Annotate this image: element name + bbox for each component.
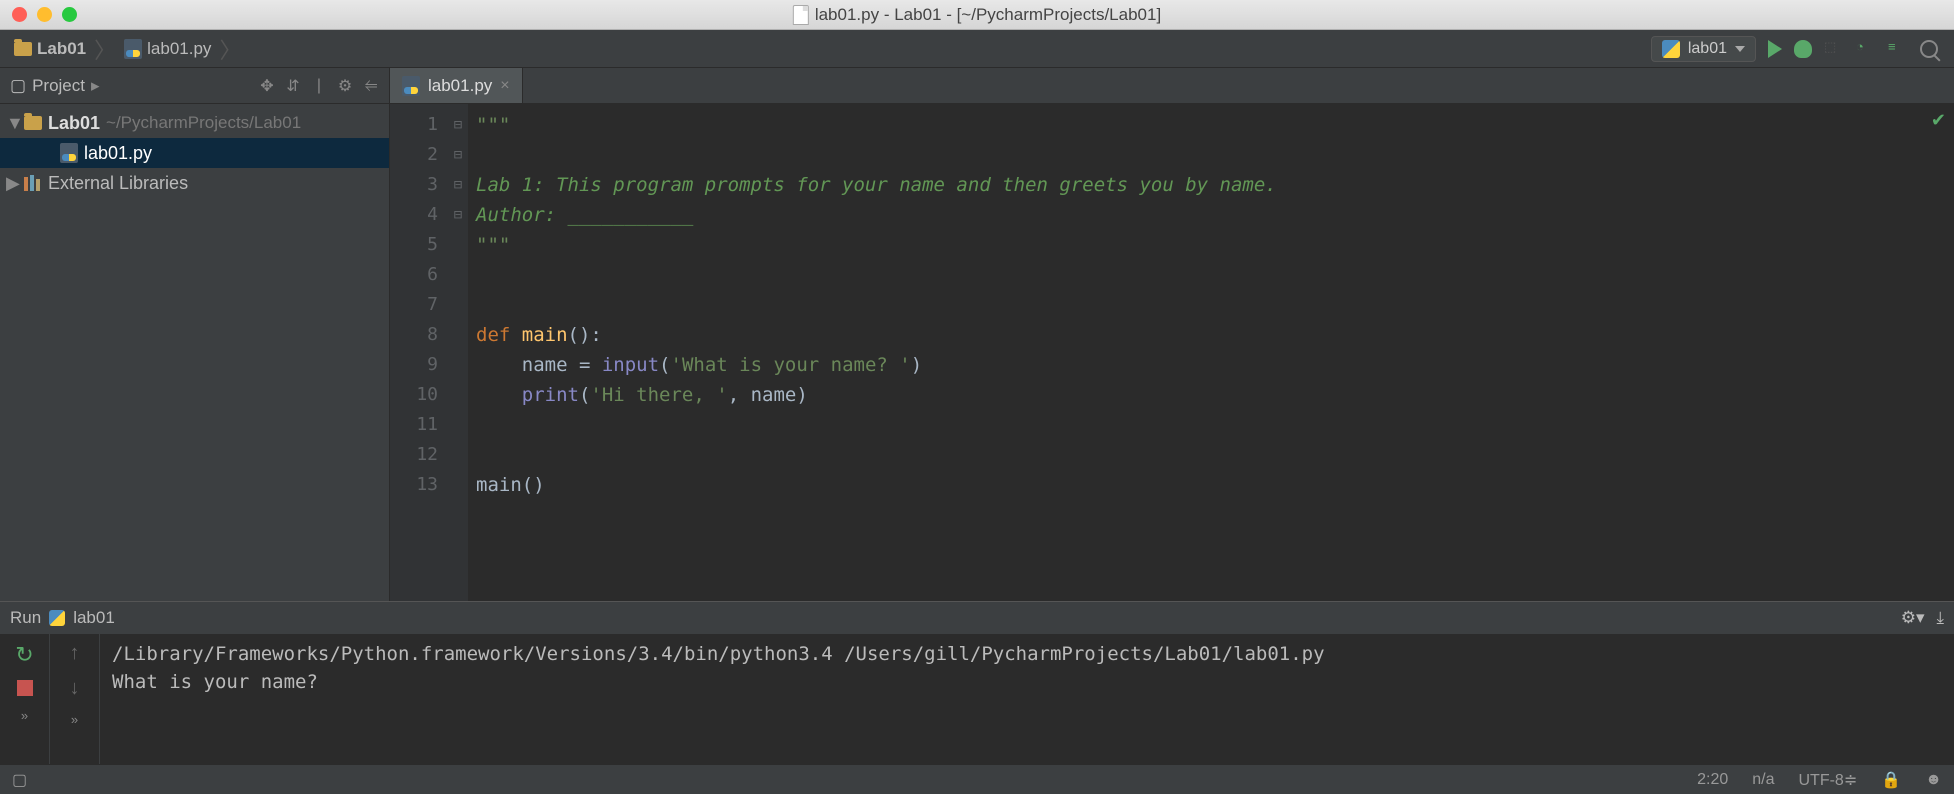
search-icon[interactable] [1920, 40, 1938, 58]
chevron-right-icon: 〉 [94, 33, 116, 65]
gear-icon[interactable]: ⚙ [337, 78, 353, 94]
tree-file-name: lab01.py [84, 143, 152, 164]
down-stack-button[interactable]: ↓ [70, 677, 80, 700]
project-tree: ▼ Lab01 ~/PycharmProjects/Lab01 lab01.py… [0, 104, 389, 202]
breadcrumb-project[interactable]: Lab01 [8, 37, 92, 61]
python-file-icon [60, 143, 78, 163]
statusbar-icon[interactable]: ▢ [12, 770, 27, 790]
lock-icon[interactable]: 🔒 [1881, 770, 1901, 790]
python-icon [1662, 40, 1680, 58]
run-tool-window: Run lab01 ⚙▾ ⤓ ↻ » ↑ ↓ » /Library/Framew… [0, 601, 1954, 764]
chevron-right-icon: 〉 [219, 33, 241, 65]
structure-button[interactable]: ≡ [1888, 39, 1908, 59]
run-button[interactable] [1768, 40, 1782, 58]
gear-icon[interactable]: ⚙▾ [1901, 608, 1925, 628]
coverage-button[interactable]: ⬚ [1824, 39, 1844, 59]
folder-icon [24, 116, 42, 130]
project-panel-title: Project [32, 76, 85, 96]
tree-root-name: Lab01 [48, 113, 100, 134]
run-title: Run [10, 608, 41, 628]
project-tool-window: ▢ Project ▸ ✥ ⇵ | ⚙ ⥢ ▼ Lab01 ~/PycharmP… [0, 68, 390, 601]
python-file-icon [124, 39, 142, 59]
editor: lab01.py × 12345678910111213 ⊟⊟⊟⊟ """ La… [390, 68, 1954, 601]
tree-file[interactable]: lab01.py [0, 138, 389, 168]
close-icon[interactable]: × [500, 77, 509, 95]
library-icon [24, 175, 42, 191]
play-small-icon[interactable]: ▸ [91, 76, 100, 96]
rerun-button[interactable]: ↻ [15, 642, 33, 668]
line-number-gutter: 12345678910111213 [390, 104, 448, 601]
debug-button[interactable] [1794, 40, 1812, 58]
file-icon [793, 5, 809, 25]
python-file-icon [402, 76, 420, 96]
download-icon[interactable]: ⤓ [1936, 608, 1944, 628]
maximize-window-button[interactable] [62, 7, 77, 22]
breadcrumb-project-label: Lab01 [37, 39, 86, 59]
run-controls-left: ↻ » [0, 634, 50, 764]
inspection-ok-icon[interactable]: ✔ [1931, 110, 1946, 131]
stop-button[interactable] [17, 680, 33, 696]
expand-arrow-icon[interactable]: ▼ [6, 113, 18, 134]
console-line: /Library/Frameworks/Python.framework/Ver… [112, 643, 1325, 665]
window-title: lab01.py - Lab01 - [~/PycharmProjects/La… [793, 5, 1161, 25]
toolbar-right: lab01 ⬚ ◔ ≡ [1651, 36, 1946, 62]
run-controls-nav: ↑ ↓ » [50, 634, 100, 764]
status-bar: ▢ 2:20 n/a UTF-8≑ 🔒 ☻ [0, 764, 1954, 794]
chevron-down-icon [1735, 46, 1745, 52]
tree-root-path: ~/PycharmProjects/Lab01 [106, 113, 301, 133]
collapse-all-icon[interactable]: ⇵ [285, 78, 301, 94]
breadcrumb-file-label: lab01.py [147, 39, 211, 59]
project-view-icon: ▢ [10, 76, 26, 96]
line-separator[interactable]: n/a [1752, 771, 1774, 789]
code-content[interactable]: """ Lab 1: This program prompts for your… [468, 104, 1954, 601]
editor-tabs: lab01.py × [390, 68, 1954, 104]
editor-tab-label: lab01.py [428, 76, 492, 96]
up-stack-button[interactable]: ↑ [70, 642, 80, 665]
folder-icon [14, 42, 32, 56]
console-line: What is your name? [112, 671, 329, 693]
run-config-label: lab01 [1688, 40, 1727, 58]
tree-external-label: External Libraries [48, 173, 188, 194]
more-button[interactable]: » [71, 712, 78, 727]
console-output[interactable]: /Library/Frameworks/Python.framework/Ver… [100, 634, 1954, 764]
minimize-window-button[interactable] [37, 7, 52, 22]
tree-external-libs[interactable]: ▶ External Libraries [0, 168, 389, 198]
update-project-button[interactable]: ◔ [1856, 39, 1876, 59]
run-config-selector[interactable]: lab01 [1651, 36, 1756, 62]
close-window-button[interactable] [12, 7, 27, 22]
cursor-position[interactable]: 2:20 [1697, 771, 1728, 789]
editor-body[interactable]: 12345678910111213 ⊟⊟⊟⊟ """ Lab 1: This p… [390, 104, 1954, 601]
more-button[interactable]: » [21, 708, 28, 723]
window-controls [0, 7, 77, 22]
divider-icon: | [311, 78, 327, 94]
breadcrumb-file[interactable]: lab01.py [118, 37, 217, 61]
file-encoding[interactable]: UTF-8≑ [1799, 770, 1858, 790]
inspector-icon[interactable]: ☻ [1925, 771, 1942, 789]
editor-tab[interactable]: lab01.py × [390, 68, 523, 103]
titlebar: lab01.py - Lab01 - [~/PycharmProjects/La… [0, 0, 1954, 30]
navigation-bar: Lab01 〉 lab01.py 〉 lab01 ⬚ ◔ ≡ [0, 30, 1954, 68]
expand-arrow-icon[interactable]: ▶ [6, 173, 18, 194]
run-config-name: lab01 [73, 608, 115, 628]
hide-icon[interactable]: ⥢ [363, 78, 379, 94]
fold-gutter: ⊟⊟⊟⊟ [448, 104, 468, 601]
tree-root[interactable]: ▼ Lab01 ~/PycharmProjects/Lab01 [0, 108, 389, 138]
window-title-text: lab01.py - Lab01 - [~/PycharmProjects/La… [815, 5, 1161, 25]
project-panel-header: ▢ Project ▸ ✥ ⇵ | ⚙ ⥢ [0, 68, 389, 104]
breadcrumb: Lab01 〉 lab01.py 〉 [8, 33, 1651, 65]
scroll-to-source-icon[interactable]: ✥ [259, 78, 275, 94]
run-header: Run lab01 ⚙▾ ⤓ [0, 602, 1954, 634]
python-icon [49, 610, 65, 626]
